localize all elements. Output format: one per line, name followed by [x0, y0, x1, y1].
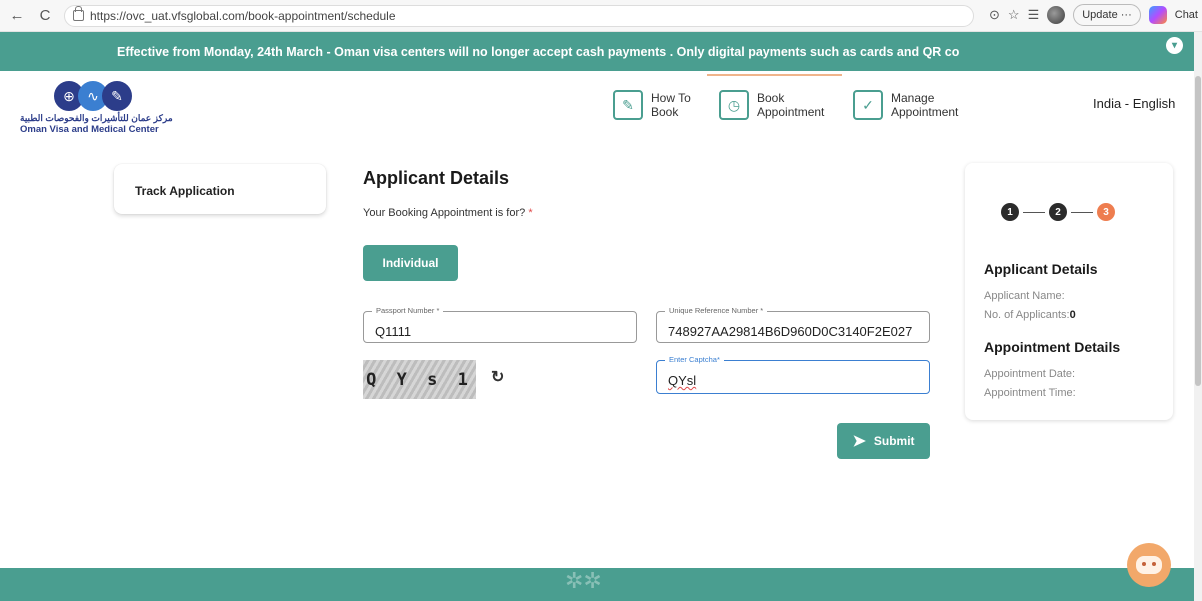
captcha-input[interactable]: Enter Captcha* QYsl: [656, 355, 930, 394]
send-icon: ➤: [852, 433, 866, 450]
appointment-time-label: Appointment Time:: [984, 387, 1076, 399]
captcha-image: Q Y s 1: [363, 360, 476, 399]
booking-question: Your Booking Appointment is for? *: [363, 207, 533, 219]
individual-button[interactable]: Individual: [363, 245, 458, 281]
calendar-check-icon: ✓: [853, 90, 883, 120]
calendar-clock-icon: ◷: [719, 90, 749, 120]
nav-book-appointment-label: Book Appointment: [757, 91, 825, 119]
reload-icon[interactable]: C: [34, 5, 56, 27]
progress-stepper: 1 2 3: [1001, 203, 1115, 221]
step-connector: [1071, 211, 1093, 213]
submit-button[interactable]: ➤ Submit: [837, 423, 930, 459]
browser-toolbar: ← C https://ovc_uat.vfsglobal.com/book-a…: [0, 0, 1202, 32]
num-applicants-label: No. of Applicants:: [984, 309, 1070, 321]
collections-icon[interactable]: ☰: [1028, 7, 1040, 23]
summary-card: 1 2 3 Applicant Details Applicant Name: …: [965, 163, 1173, 420]
scrollbar-thumb[interactable]: [1195, 76, 1201, 386]
footer-pattern-icon: ✲✲: [565, 568, 602, 593]
chat-label[interactable]: Chat: [1175, 9, 1198, 21]
passport-number-field[interactable]: Passport Number * Q1111: [363, 306, 637, 343]
nav-book-appointment[interactable]: ◷ Book Appointment: [719, 85, 837, 125]
address-bar[interactable]: https://ovc_uat.vfsglobal.com/book-appoi…: [64, 4, 974, 27]
site-header: ⊕ ∿ ✎ مركز عمان للتأشيرات والفحوصات الطب…: [0, 71, 1194, 141]
stamp-icon: ✎: [102, 81, 132, 111]
page-title: Applicant Details: [363, 168, 510, 188]
nav-how-to-book[interactable]: ✎ How To Book: [613, 85, 701, 125]
copilot-icon[interactable]: [1148, 6, 1167, 24]
urn-label: Unique Reference Number *: [665, 306, 768, 315]
passport-number-label: Passport Number *: [372, 306, 444, 315]
captcha-label: Enter Captcha*: [665, 355, 724, 364]
chatbot-icon[interactable]: [1127, 543, 1171, 587]
appointment-date-label: Appointment Date:: [984, 368, 1076, 380]
active-nav-indicator: [707, 74, 842, 76]
site-logo[interactable]: ⊕ ∿ ✎ مركز عمان للتأشيرات والفحوصات الطب…: [20, 81, 200, 136]
required-mark: *: [528, 207, 533, 219]
chevron-down-icon[interactable]: ▾: [1166, 37, 1183, 54]
step-1: 1: [1001, 203, 1019, 221]
booking-question-text: Your Booking Appointment is for?: [363, 207, 526, 219]
profile-avatar[interactable]: [1047, 6, 1066, 24]
captcha-value: QYsl: [668, 373, 697, 388]
applicant-details-heading: Applicant Details: [984, 261, 1098, 277]
track-application-link[interactable]: Track Application: [114, 164, 326, 214]
back-icon[interactable]: ←: [6, 5, 28, 27]
applicant-name-label: Applicant Name:: [984, 290, 1065, 302]
step-3: 3: [1097, 203, 1115, 221]
language-selector[interactable]: India - English: [1093, 96, 1175, 111]
urn-field[interactable]: Unique Reference Number * 748927AA29814B…: [656, 306, 930, 343]
lock-icon: [73, 6, 84, 21]
appointment-details-heading: Appointment Details: [984, 339, 1121, 355]
nav-how-to-book-label: How To Book: [651, 91, 691, 119]
logo-arabic-text: مركز عمان للتأشيرات والفحوصات الطبية: [20, 113, 173, 123]
banner-text: Effective from Monday, 24th March - Oman…: [117, 44, 960, 59]
step-2: 2: [1049, 203, 1067, 221]
scrollbar[interactable]: [1194, 32, 1202, 601]
chatbot-face: [1136, 556, 1162, 574]
num-applicants: No. of Applicants:0: [984, 309, 1076, 321]
refresh-icon[interactable]: ↻: [491, 367, 504, 387]
step-connector: [1023, 211, 1045, 213]
num-applicants-value: 0: [1069, 309, 1076, 321]
urn-value: 748927AA29814B6D960D0C3140F2E027: [668, 324, 913, 339]
document-edit-icon: ✎: [613, 90, 643, 120]
passport-number-value: Q1111: [375, 324, 412, 339]
nav-manage-appointment-label: Manage Appointment: [891, 91, 959, 119]
url-text: https://ovc_uat.vfsglobal.com/book-appoi…: [90, 8, 396, 23]
nav-manage-appointment[interactable]: ✓ Manage Appointment: [853, 85, 971, 125]
submit-label: Submit: [873, 434, 915, 448]
update-button[interactable]: Update ···: [1073, 4, 1141, 26]
announcement-banner: Effective from Monday, 24th March - Oman…: [0, 32, 1194, 71]
logo-english-text: Oman Visa and Medical Center: [20, 124, 159, 135]
favorite-icon[interactable]: ☆: [1008, 7, 1020, 23]
reader-icon[interactable]: ⊙: [989, 7, 1000, 23]
